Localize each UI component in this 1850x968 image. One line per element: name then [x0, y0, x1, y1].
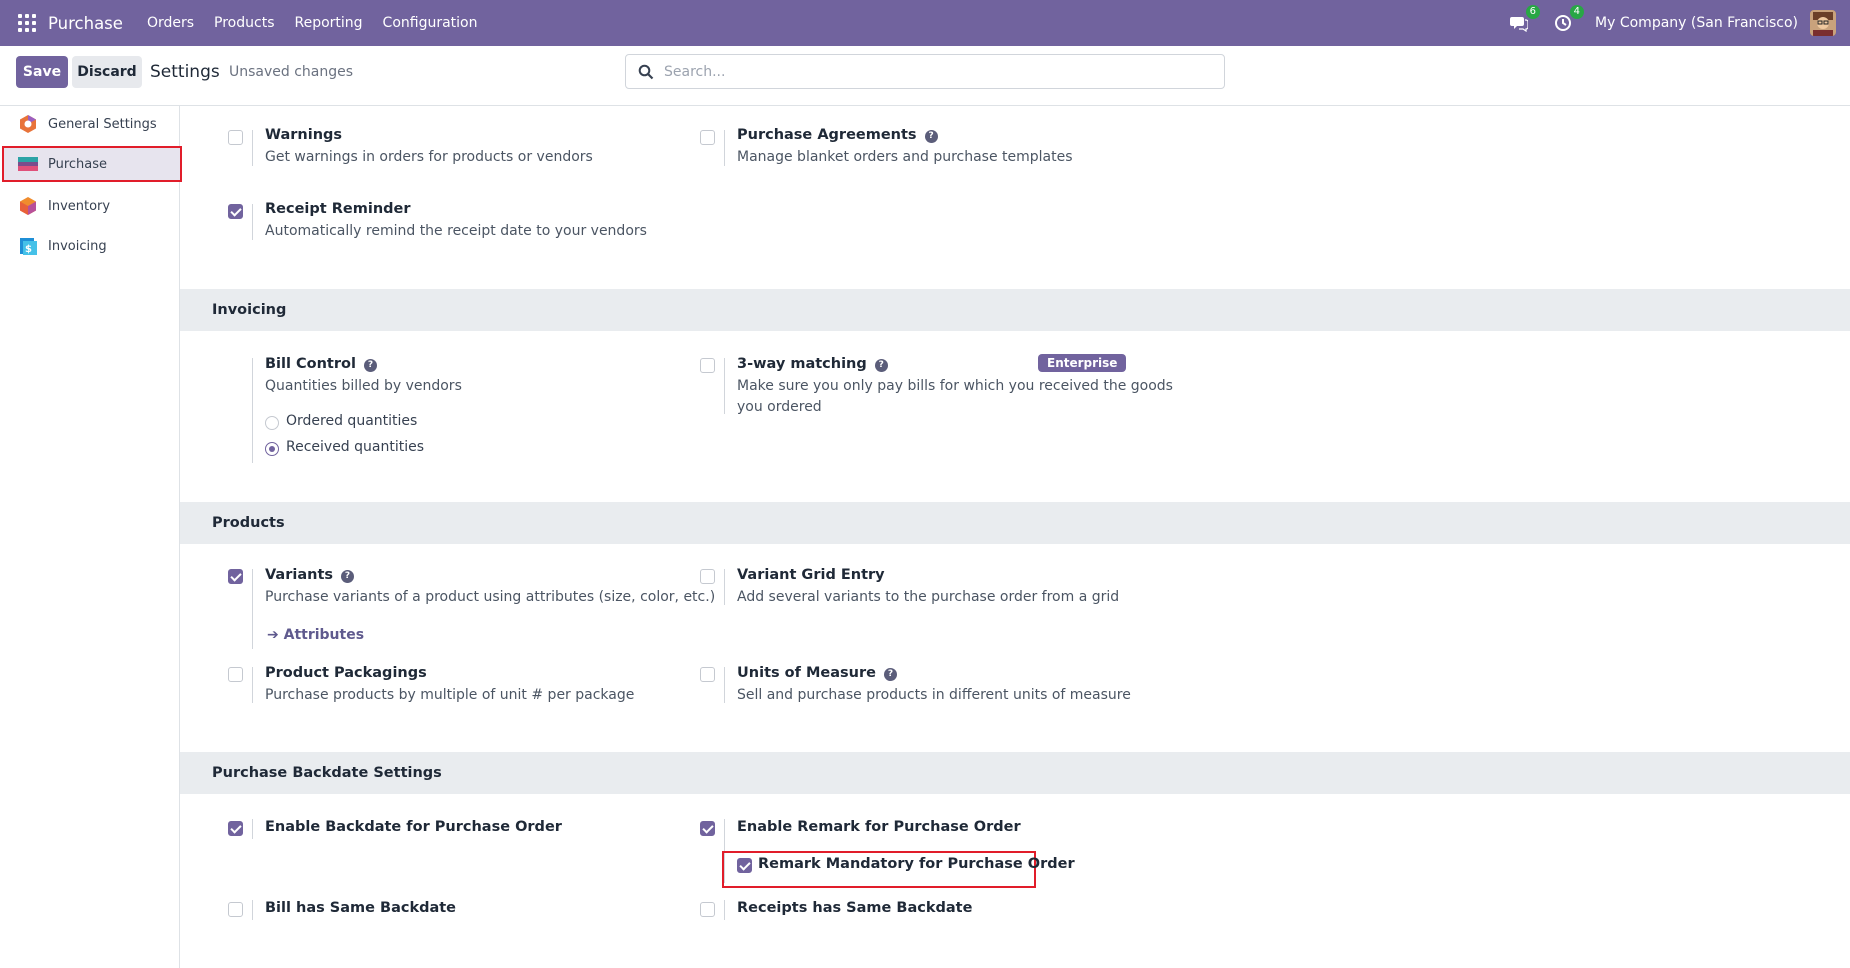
search-bar[interactable]	[625, 54, 1225, 89]
product-packagings-checkbox[interactable]	[228, 667, 243, 682]
settings-content: Warnings Get warnings in orders for prod…	[180, 106, 1850, 968]
warnings-checkbox[interactable]	[228, 130, 243, 145]
invoicing-app-icon: $	[20, 238, 37, 255]
sidebar-item-purchase[interactable]: Purchase	[2, 146, 182, 182]
clock-icon	[1555, 15, 1572, 31]
section-products: Products	[180, 502, 1850, 544]
receipt-reminder-title: Receipt Reminder	[265, 201, 411, 217]
svg-text:$: $	[25, 244, 32, 255]
warnings-title: Warnings	[265, 127, 343, 143]
help-icon[interactable]: ?	[883, 668, 897, 681]
warnings-desc: Get warnings in orders for products or v…	[265, 149, 593, 165]
three-way-desc-line1: Make sure you only pay bills for which y…	[737, 378, 1173, 394]
settings-sidebar: General Settings Purchase Inventory $ In…	[0, 106, 182, 968]
variants-checkbox[interactable]	[228, 569, 243, 584]
radio-label: Ordered quantities	[286, 413, 418, 429]
unsaved-status: Unsaved changes	[229, 64, 354, 80]
bill-control-desc: Quantities billed by vendors	[265, 378, 462, 394]
user-avatar[interactable]	[1810, 10, 1836, 36]
inventory-app-icon	[20, 197, 36, 215]
search-icon	[638, 64, 654, 79]
messages-badge: 6	[1525, 5, 1541, 19]
apps-menu-icon[interactable]	[18, 14, 36, 32]
radio-received-quantities[interactable]	[265, 442, 279, 456]
bill-same-backdate-checkbox[interactable]	[228, 902, 243, 917]
page-title: Settings	[150, 62, 220, 82]
sidebar-item-inventory[interactable]: Inventory	[0, 188, 180, 224]
menu-products[interactable]: Products	[214, 15, 274, 31]
discard-button[interactable]: Discard	[72, 56, 142, 88]
enable-backdate-title: Enable Backdate for Purchase Order	[265, 819, 562, 835]
purchase-agreements-title: Purchase Agreements?	[737, 127, 938, 143]
three-way-matching-checkbox[interactable]	[700, 358, 715, 373]
receipt-reminder-desc: Automatically remind the receipt date to…	[265, 223, 647, 239]
control-panel: Save Discard Settings Unsaved changes	[0, 46, 1850, 106]
variant-grid-desc: Add several variants to the purchase ord…	[737, 589, 1120, 605]
top-navbar: Purchase Orders Products Reporting Confi…	[0, 0, 1850, 46]
menu-configuration[interactable]: Configuration	[383, 15, 478, 31]
help-icon[interactable]: ?	[341, 570, 355, 583]
activities-badge: 4	[1569, 5, 1585, 19]
receipt-reminder-checkbox[interactable]	[228, 204, 243, 219]
section-purchase-backdate: Purchase Backdate Settings	[180, 752, 1850, 794]
purchase-app-icon	[18, 157, 38, 171]
sidebar-item-invoicing[interactable]: $ Invoicing	[0, 228, 180, 264]
sidebar-item-general-settings[interactable]: General Settings	[0, 106, 180, 142]
chat-icon	[1510, 17, 1529, 32]
menu-orders[interactable]: Orders	[147, 15, 194, 31]
enable-remark-checkbox[interactable]	[700, 821, 715, 836]
receipts-same-backdate-title: Receipts has Same Backdate	[737, 900, 973, 916]
units-of-measure-title: Units of Measure?	[737, 665, 897, 681]
settings-app-icon	[20, 115, 36, 133]
sidebar-item-label: Purchase	[48, 156, 108, 172]
attributes-link[interactable]: ➔ Attributes	[267, 627, 364, 643]
three-way-matching-title: 3-way matching?	[737, 356, 888, 372]
units-of-measure-checkbox[interactable]	[700, 667, 715, 682]
variants-desc: Purchase variants of a product using att…	[265, 589, 716, 605]
bill-control-title: Bill Control?	[265, 356, 377, 372]
remark-mandatory-title: Remark Mandatory for Purchase Order	[758, 856, 1075, 872]
enterprise-badge[interactable]: Enterprise	[1038, 354, 1127, 372]
help-icon[interactable]: ?	[363, 359, 377, 372]
bill-same-backdate-title: Bill has Same Backdate	[265, 900, 457, 916]
units-of-measure-desc: Sell and purchase products in different …	[737, 687, 1131, 703]
enable-remark-title: Enable Remark for Purchase Order	[737, 819, 1021, 835]
variants-title: Variants?	[265, 567, 355, 583]
radio-label: Received quantities	[286, 439, 425, 455]
search-input[interactable]	[664, 63, 1204, 80]
sidebar-item-label: Inventory	[48, 198, 111, 214]
product-packagings-title: Product Packagings	[265, 665, 427, 681]
help-icon[interactable]: ?	[924, 130, 938, 143]
enable-backdate-checkbox[interactable]	[228, 821, 243, 836]
menu-reporting[interactable]: Reporting	[294, 15, 362, 31]
sidebar-item-label: Invoicing	[48, 238, 107, 254]
purchase-agreements-desc: Manage blanket orders and purchase templ…	[737, 149, 1073, 165]
three-way-desc-line2: you ordered	[737, 399, 822, 415]
activities-button[interactable]: 4	[1551, 5, 1585, 35]
receipts-same-backdate-checkbox[interactable]	[700, 902, 715, 917]
save-button[interactable]: Save	[16, 56, 68, 88]
messages-button[interactable]: 6	[1507, 5, 1541, 35]
variant-grid-checkbox[interactable]	[700, 569, 715, 584]
arrow-right-icon: ➔	[267, 627, 284, 643]
sidebar-item-label: General Settings	[48, 116, 157, 132]
app-brand[interactable]: Purchase	[48, 14, 123, 33]
remark-mandatory-checkbox[interactable]	[737, 858, 752, 873]
radio-ordered-quantities[interactable]	[265, 416, 279, 430]
product-packagings-desc: Purchase products by multiple of unit # …	[265, 687, 635, 703]
section-invoicing: Invoicing	[180, 289, 1850, 331]
variant-grid-title: Variant Grid Entry	[737, 567, 885, 583]
purchase-agreements-checkbox[interactable]	[700, 130, 715, 145]
help-icon[interactable]: ?	[874, 359, 888, 372]
company-switcher[interactable]: My Company (San Francisco)	[1595, 15, 1798, 31]
